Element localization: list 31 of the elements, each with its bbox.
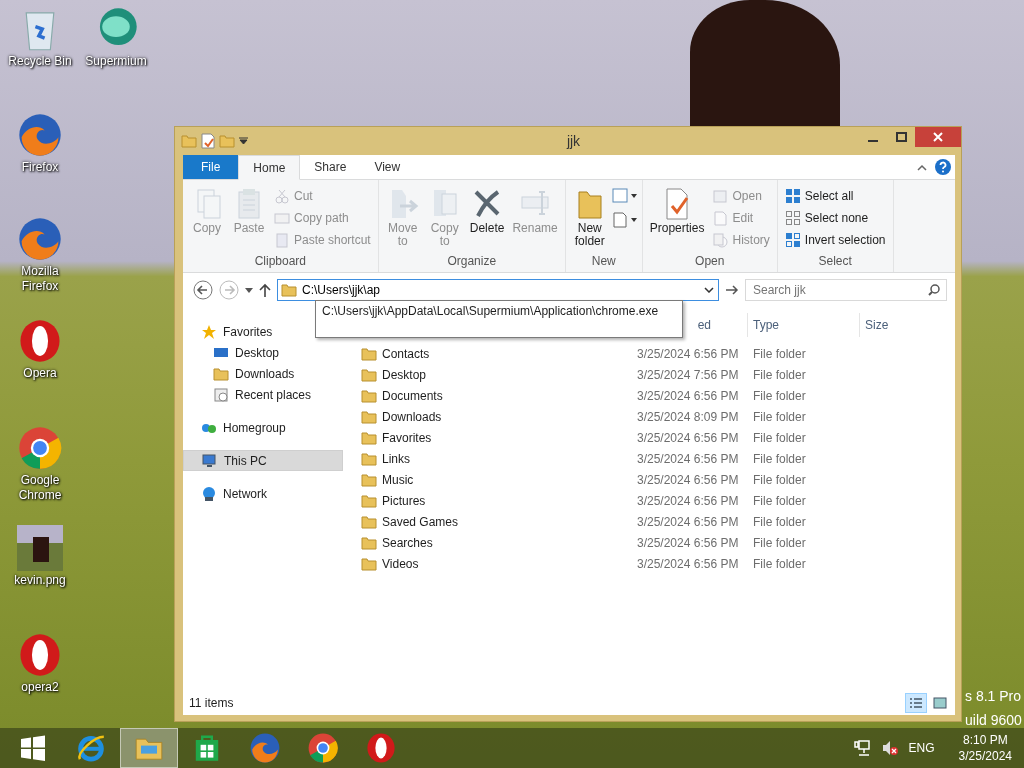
type-cell-text: File folder [752, 451, 806, 466]
date-cell-text: 3/25/2024 6:56 PM [636, 535, 739, 550]
date-cell-text: 3/25/2024 6:56 PM [636, 556, 739, 571]
type-cell-text: File folder [752, 493, 806, 508]
ribbon-group-label: Select [817, 254, 853, 270]
type-cell-text: File folder [752, 346, 806, 361]
edition-watermark-text: uild 9600 [965, 711, 1022, 730]
ribbon-group-label: Clipboard [253, 254, 308, 270]
date-cell-text: 3/25/2024 6:56 PM [636, 451, 739, 466]
type-cell-text: File folder [752, 472, 806, 487]
date-cell-text: 3/25/2024 7:56 PM [636, 367, 739, 382]
date-cell-text: 3/25/2024 8:09 PM [636, 409, 739, 424]
date-cell-text: 3/25/2024 6:56 PM [636, 514, 739, 529]
window-title: jjk [566, 133, 581, 149]
type-cell-text: File folder [752, 535, 806, 550]
type-cell-text: File folder [752, 514, 806, 529]
type-cell-text: File folder [752, 367, 806, 382]
date-cell-text: 3/25/2024 6:56 PM [636, 493, 739, 508]
type-cell-text: File folder [752, 556, 806, 571]
edition-watermark-text: s 8.1 Pro [965, 687, 1022, 706]
date-cell-text: 3/25/2024 6:56 PM [636, 346, 739, 361]
date-cell-text: 3/25/2024 6:56 PM [636, 388, 739, 403]
type-cell-text: File folder [752, 409, 806, 424]
ribbon-group-label: New [590, 254, 617, 270]
ribbon-group-label: Organize [446, 254, 498, 270]
type-cell-text: File folder [752, 430, 806, 445]
ribbon-group-label: Open [694, 254, 726, 270]
type-cell-text: File folder [752, 388, 806, 403]
date-cell-text: 3/25/2024 6:56 PM [636, 472, 739, 487]
date-cell-text: 3/25/2024 6:56 PM [636, 430, 739, 445]
item-count: 11 items [189, 696, 234, 710]
